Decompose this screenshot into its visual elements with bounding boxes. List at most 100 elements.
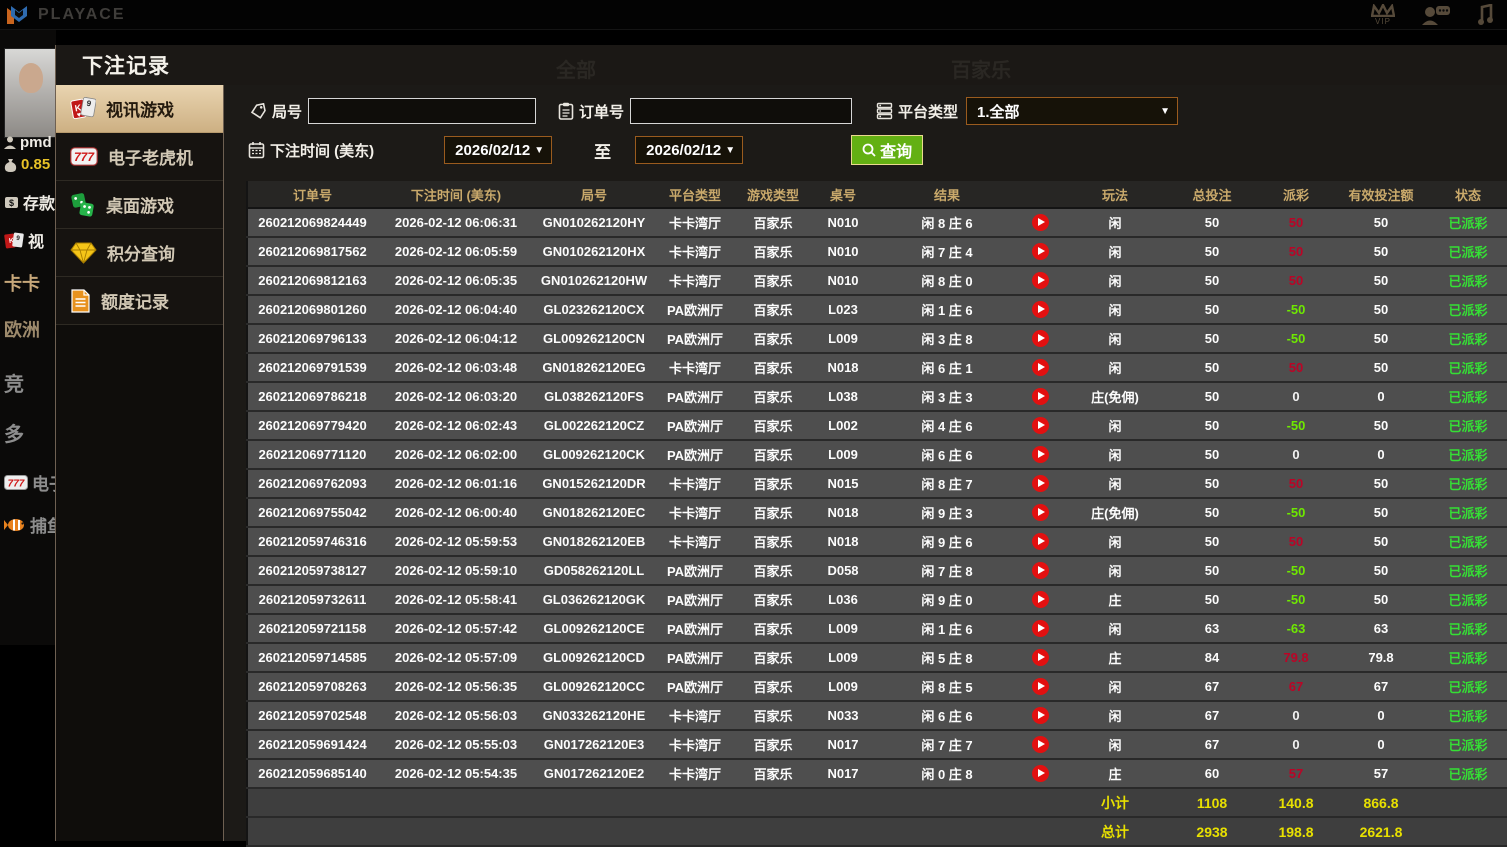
cell-total_bet: 50 — [1167, 208, 1257, 238]
sidebar-item-table-games[interactable]: 桌面游戏 — [56, 181, 223, 229]
background-nav-jing[interactable]: 竞 — [4, 368, 24, 397]
table-row: 260212069786218 2026-02-12 06:03:20 GL0382… — [247, 382, 1507, 412]
background-deposit[interactable]: $ 存款 — [4, 190, 55, 214]
background-slots[interactable]: 777 电子 — [4, 470, 56, 495]
replay-video-button[interactable] — [1031, 330, 1049, 348]
search-button[interactable]: 查询 — [851, 135, 924, 165]
sidebar-menu-filler — [56, 325, 223, 841]
cell-valid_bet: 0 — [1335, 382, 1427, 412]
bet-date-from-select[interactable]: 2026/02/12 — [444, 136, 553, 164]
cell-payout: -50 — [1257, 556, 1335, 586]
replay-video-button[interactable] — [1031, 446, 1049, 464]
column-header-table: 桌号 — [809, 181, 877, 209]
crown-vip-icon[interactable]: VIP — [1371, 3, 1395, 26]
subtotal-total_bet: 1108 — [1167, 788, 1257, 818]
round-no-input[interactable] — [308, 98, 537, 124]
cell-order: 260212059738127 — [247, 556, 377, 586]
status-badge: 已派彩 — [1427, 585, 1507, 615]
replay-video-button[interactable] — [1031, 475, 1049, 493]
cell-bet_type: 闲 — [1063, 556, 1167, 586]
cell-result: 闲 1 庄 6 — [877, 295, 1017, 325]
grand-total-valid_bet: 2621.8 — [1335, 817, 1427, 847]
sidebar-item-slots[interactable]: 777 电子老虎机 — [56, 133, 223, 181]
cell-result: 闲 8 庄 5 — [877, 672, 1017, 702]
status-badge: 已派彩 — [1427, 324, 1507, 354]
cell-valid_bet: 63 — [1335, 614, 1427, 644]
background-hall-kaka[interactable]: 卡卡 — [4, 270, 40, 296]
background-fishing[interactable]: 捕鱼 — [4, 512, 56, 537]
sidebar-item-video-games[interactable]: K ♥ 9 视讯游戏 — [56, 85, 223, 133]
cell-order: 260212059708263 — [247, 672, 377, 702]
cell-platform: PA欧洲厅 — [653, 672, 737, 702]
cell-total_bet: 50 — [1167, 498, 1257, 528]
bet-date-to-select[interactable]: 2026/02/12 — [635, 136, 744, 164]
replay-video-button[interactable] — [1031, 649, 1049, 667]
background-video-games[interactable]: K9 视 — [4, 228, 44, 252]
cell-table: L036 — [809, 585, 877, 615]
cell-time: 2026-02-12 05:58:41 — [377, 585, 535, 615]
music-note-icon[interactable] — [1477, 3, 1493, 26]
support-chat-icon[interactable] — [1421, 4, 1451, 26]
cell-platform: 卡卡湾厅 — [653, 353, 737, 383]
sidebar-item-quota-records[interactable]: 额度记录 — [56, 277, 223, 325]
column-header-play_icon — [1017, 181, 1063, 209]
replay-video-button[interactable] — [1031, 388, 1049, 406]
modal-sidebar-menu: K ♥ 9 视讯游戏 777 电子老虎机 桌面游戏积分查询额度记录 — [56, 85, 224, 841]
replay-video-button[interactable] — [1031, 562, 1049, 580]
replay-video-button[interactable] — [1031, 620, 1049, 638]
status-badge: 已派彩 — [1427, 498, 1507, 528]
status-badge: 已派彩 — [1427, 730, 1507, 760]
table-row: 260212059738127 2026-02-12 05:59:10 GD0582… — [247, 556, 1507, 586]
replay-video-button[interactable] — [1031, 707, 1049, 725]
replay-video-button[interactable] — [1031, 359, 1049, 377]
status-badge: 已派彩 — [1427, 208, 1507, 238]
cell-round: GL038262120FS — [535, 382, 653, 412]
cell-result: 闲 4 庄 6 — [877, 411, 1017, 441]
table-row: 260212069817562 2026-02-12 06:05:59 GN0102… — [247, 237, 1507, 267]
background-nav-duo[interactable]: 多 — [4, 418, 24, 447]
cell-game: 百家乐 — [737, 701, 809, 731]
background-balance: 0.85 — [4, 156, 50, 173]
replay-video-button[interactable] — [1031, 678, 1049, 696]
cell-time: 2026-02-12 06:05:35 — [377, 266, 535, 296]
replay-video-button[interactable] — [1031, 417, 1049, 435]
cell-result: 闲 1 庄 6 — [877, 614, 1017, 644]
replay-video-button[interactable] — [1031, 214, 1049, 232]
cell-play_icon — [1017, 672, 1063, 702]
replay-video-button[interactable] — [1031, 765, 1049, 783]
moneybag-icon — [4, 158, 17, 172]
order-no-input[interactable] — [630, 98, 853, 124]
sidebar-item-label: 额度记录 — [101, 293, 169, 312]
cell-play_icon — [1017, 498, 1063, 528]
cell-platform: 卡卡湾厅 — [653, 469, 737, 499]
cell-payout: 50 — [1257, 469, 1335, 499]
replay-video-button[interactable] — [1031, 272, 1049, 290]
bet-date-to-value: 2026/02/12 — [646, 141, 722, 159]
column-header-status: 状态 — [1427, 181, 1507, 209]
cell-valid_bet: 50 — [1335, 353, 1427, 383]
sidebar-item-points-query[interactable]: 积分查询 — [56, 229, 223, 277]
replay-video-button[interactable] — [1031, 736, 1049, 754]
replay-video-button[interactable] — [1031, 533, 1049, 551]
replay-video-button[interactable] — [1031, 301, 1049, 319]
column-header-valid_bet: 有效投注额 — [1335, 181, 1427, 209]
round-no-label-group: 局号 — [250, 101, 302, 122]
cell-result: 闲 7 庄 8 — [877, 556, 1017, 586]
cell-play_icon — [1017, 382, 1063, 412]
cell-round: GN017262120E3 — [535, 730, 653, 760]
background-username: pmd — [4, 134, 52, 151]
status-badge: 已派彩 — [1427, 237, 1507, 267]
cell-total_bet: 50 — [1167, 324, 1257, 354]
cell-table: N017 — [809, 759, 877, 789]
cell-result: 闲 3 庄 3 — [877, 382, 1017, 412]
replay-video-button[interactable] — [1031, 504, 1049, 522]
replay-video-button[interactable] — [1031, 243, 1049, 261]
cell-order: 260212069801260 — [247, 295, 377, 325]
table-row: 260212069779420 2026-02-12 06:02:43 GL0022… — [247, 411, 1507, 441]
sidebar-item-label: 积分查询 — [107, 245, 175, 264]
cell-table: N010 — [809, 208, 877, 238]
background-hall-europe[interactable]: 欧洲 — [4, 316, 40, 342]
bet-records-modal: 下注记录 全部 百家乐 K ♥ 9 视讯游戏 777 电子老虎机 桌面游戏 积分查询 额度记录 … — [55, 45, 1507, 847]
replay-video-button[interactable] — [1031, 591, 1049, 609]
platform-type-select[interactable]: 1.全部 — [966, 97, 1179, 125]
